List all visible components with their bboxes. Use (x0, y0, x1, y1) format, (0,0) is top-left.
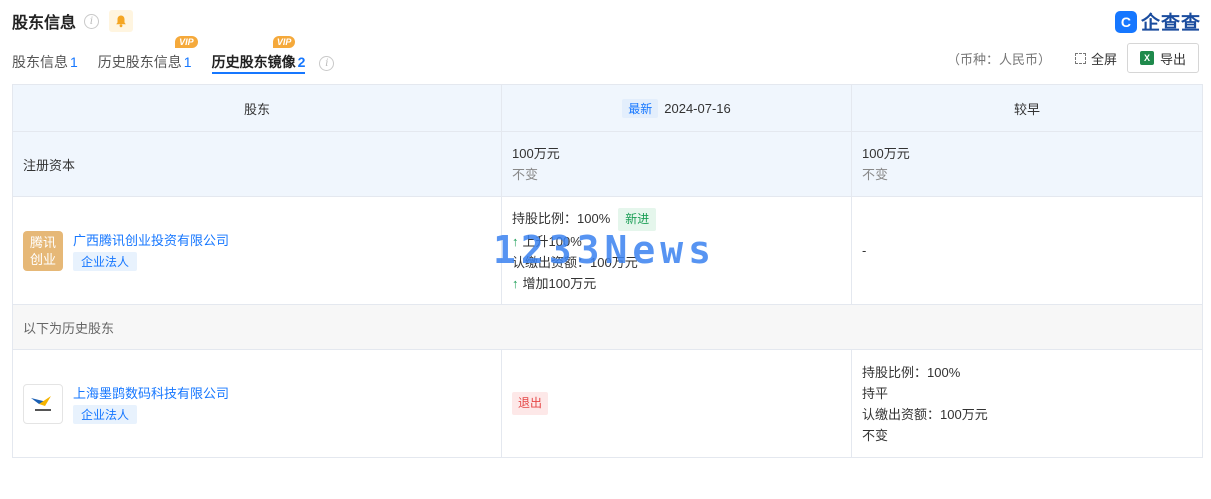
header-earlier: 较早 (851, 84, 1203, 132)
tab-label: 历史股东信息 (97, 54, 182, 70)
legal-entity-tag: 企业法人 (73, 252, 138, 271)
company-name-link[interactable]: 广西腾讯创业投资有限公司 (73, 230, 229, 249)
table-row: 注册资本 100万元 不变 100万元 不变 (12, 131, 1203, 197)
fullscreen-icon (1074, 52, 1086, 64)
registered-capital-earlier: 100万元 不变 (851, 131, 1203, 197)
capital-change: 不变 (862, 167, 889, 182)
capital-change: 不变 (862, 427, 889, 443)
tab-label: 历史股东镜像 (211, 54, 296, 70)
shareholder-earlier: - (851, 196, 1203, 305)
bird-logo-icon (31, 395, 51, 411)
tab-count: 1 (70, 54, 78, 70)
shareholder-cell: 上海墨鹍数码科技有限公司 企业法人 (12, 349, 502, 458)
brand-mark-icon: C (1114, 10, 1137, 33)
latest-date: 2024-07-16 (664, 100, 731, 116)
header-shareholder: 股东 (12, 84, 502, 132)
logo-text: 创业 (29, 251, 56, 267)
excel-icon: X (1139, 51, 1154, 65)
section-title: 股东信息 (12, 15, 77, 32)
fullscreen-button[interactable]: 全屏 (1074, 49, 1117, 68)
ratio-text: 持股比例：100% (862, 364, 961, 380)
ratio-text: 持股比例：100% (512, 210, 611, 226)
tab-bar: 股东信息 1 VIP 历史股东信息 1 VIP 历史股东镜像 2 i (12, 36, 348, 74)
history-divider-label: 以下为历史股东 (12, 304, 1203, 350)
watermark: 1233News (493, 228, 717, 272)
capital-value: 100万元 (862, 146, 910, 161)
registered-capital-latest: 100万元 不变 (501, 131, 852, 197)
vip-badge: VIP (175, 36, 198, 48)
company-logo: 腾讯 创业 (23, 230, 63, 271)
header-latest: 最新 2024-07-16 (501, 84, 852, 132)
tab-history-shareholder-mirror[interactable]: VIP 历史股东镜像 2 (211, 36, 306, 74)
tab-count: 1 (183, 54, 192, 70)
currency-label: （币种：人民币） (946, 51, 1051, 67)
legal-entity-tag: 企业法人 (73, 405, 138, 424)
capital-text: 认缴出资额：100万元 (862, 406, 988, 422)
history-latest: 退出 (501, 349, 852, 458)
toolbar: （币种：人民币） 全屏 X 导出 (947, 43, 1199, 73)
capital-change: 不变 (512, 167, 539, 182)
bell-icon[interactable] (109, 10, 134, 32)
tab-label: 股东信息 (12, 54, 68, 70)
history-earlier: 持股比例：100% 持平 认缴出资额：100万元 不变 (851, 349, 1203, 458)
export-button[interactable]: X 导出 (1126, 43, 1199, 73)
vip-badge: VIP (272, 36, 296, 48)
history-divider-row: 以下为历史股东 (12, 304, 1203, 350)
tab-count: 2 (297, 54, 306, 70)
section-header: 股东信息 i (12, 10, 134, 32)
shareholder-cell: 腾讯 创业 广西腾讯创业投资有限公司 企业法人 (12, 196, 502, 305)
info-icon[interactable]: i (84, 13, 100, 29)
latest-badge: 最新 (622, 98, 659, 118)
ratio-change: 持平 (862, 385, 889, 401)
exit-tag: 退出 (512, 392, 549, 415)
export-label: 导出 (1159, 51, 1186, 67)
brand-name: 企查查 (1140, 13, 1201, 34)
capital-value: 100万元 (512, 146, 560, 161)
tab-history-shareholder-info[interactable]: VIP 历史股东信息 1 (97, 36, 198, 74)
table-header-row: 股东 最新 2024-07-16 较早 (12, 84, 1203, 132)
tab-info-icon[interactable]: i (319, 56, 335, 71)
company-name-link[interactable]: 上海墨鹍数码科技有限公司 (73, 383, 229, 402)
brand-logo: C 企查查 (1114, 8, 1201, 35)
company-logo (23, 383, 63, 424)
logo-text: 腾讯 (29, 234, 56, 250)
arrow-up-icon: ↑ (512, 275, 519, 291)
capital-change: 增加100万元 (522, 275, 597, 291)
tab-shareholder-info[interactable]: 股东信息 1 (12, 44, 78, 74)
table-row: 上海墨鹍数码科技有限公司 企业法人 退出 持股比例：100% 持平 认缴出资额：… (12, 349, 1203, 458)
fullscreen-label: 全屏 (1090, 51, 1117, 67)
registered-capital-label: 注册资本 (12, 131, 502, 197)
